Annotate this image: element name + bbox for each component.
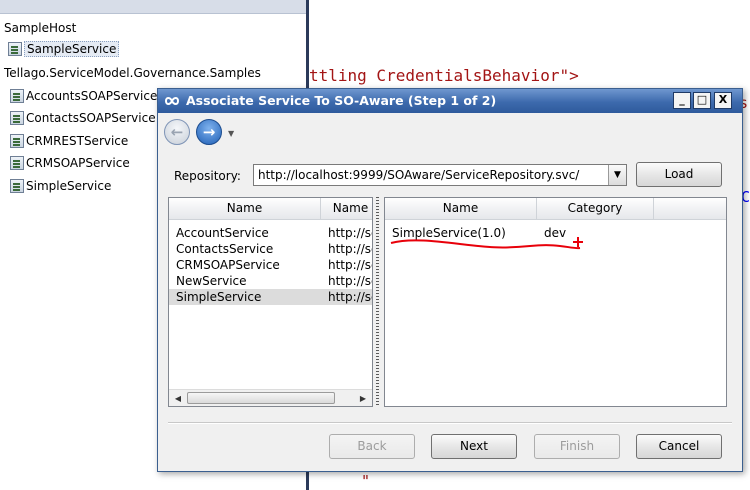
service-name: NewService — [176, 274, 247, 288]
scroll-right-icon[interactable]: ▶ — [355, 391, 371, 406]
version-list: Name Category SimpleService(1.0) dev — [384, 197, 727, 407]
code-quote: " — [361, 472, 371, 490]
column-header-name[interactable]: Name — [169, 198, 321, 220]
tree-node-host-service[interactable]: SampleService — [8, 39, 120, 59]
chevron-down-icon[interactable]: ▼ — [228, 129, 234, 138]
repository-combobox[interactable]: ▼ — [253, 164, 627, 186]
service-file-icon — [10, 89, 24, 103]
service-name: ContactsService — [176, 242, 274, 256]
next-button[interactable]: Next — [431, 434, 517, 459]
back-arrow-button[interactable]: ← — [164, 119, 190, 145]
button-separator — [168, 422, 732, 424]
service-url: http://sc — [328, 258, 373, 272]
repository-label: Repository: — [174, 169, 241, 183]
panel-splitter[interactable] — [373, 197, 382, 407]
service-file-icon — [10, 179, 24, 193]
finish-button[interactable]: Finish — [534, 434, 620, 459]
back-arrow-icon: ← — [170, 123, 184, 141]
forward-arrow-icon: → — [202, 123, 216, 141]
list-item[interactable]: CRMSOAPService http://sc — [169, 257, 373, 273]
list-item-selected[interactable]: SimpleService http://sc — [169, 289, 373, 305]
service-name: CRMSOAPService — [176, 258, 280, 272]
red-annotation-scribble — [390, 237, 583, 250]
horizontal-scrollbar[interactable]: ◀ ▶ — [169, 389, 372, 406]
service-list: Name Name AccountService http://sc Conta… — [168, 197, 373, 407]
minimize-button[interactable]: _ — [673, 92, 691, 109]
code-line: ttling CredentialsBehavior"> — [309, 66, 579, 85]
repository-input[interactable] — [258, 165, 598, 185]
associate-service-dialog: Associate Service To SO-Aware (Step 1 of… — [157, 88, 743, 472]
tree-node-service-label: CRMSOAPService — [26, 156, 130, 170]
tree-node-host-label: SampleHost — [4, 21, 77, 35]
service-name: SimpleService — [176, 290, 262, 304]
service-file-icon — [10, 156, 24, 170]
tree-node-service-label: SimpleService — [26, 179, 112, 193]
splitter-grip — [376, 197, 379, 407]
service-url: http://sc — [328, 242, 373, 256]
list-item[interactable]: AccountService http://sc — [169, 225, 373, 241]
back-button[interactable]: Back — [329, 434, 415, 459]
service-url: http://sc — [328, 290, 373, 304]
tree-node-service-label: CRMRESTService — [26, 134, 129, 148]
scrollbar-thumb[interactable] — [187, 392, 335, 404]
tree-node-service[interactable]: CRMSOAPService — [10, 153, 130, 173]
wizard-nav-bar: ← → ▼ — [158, 113, 742, 149]
tree-node-service-label: ContactsSOAPService — [26, 111, 156, 125]
tree-node-project-label: Tellago.ServiceModel.Governance.Samples — [4, 66, 261, 80]
tree-node-host[interactable]: SampleHost — [4, 18, 76, 38]
infinity-logo-icon — [164, 97, 180, 105]
service-name: AccountService — [176, 226, 269, 240]
service-url: http://sc — [328, 274, 373, 288]
scroll-left-icon[interactable]: ◀ — [170, 391, 186, 406]
service-file-icon — [10, 111, 24, 125]
tree-node-service[interactable]: SimpleService — [10, 176, 111, 196]
minimize-icon: _ — [679, 93, 685, 106]
explorer-header — [0, 0, 306, 14]
list-item[interactable]: ContactsService http://sc — [169, 241, 373, 257]
tree-node-service-label: AccountsSOAPService — [26, 89, 158, 103]
forward-arrow-button[interactable]: → — [196, 119, 222, 145]
service-file-icon — [10, 134, 24, 148]
close-icon: X — [718, 93, 728, 106]
chevron-down-icon: ▼ — [614, 170, 621, 180]
close-button[interactable]: X — [714, 92, 732, 109]
combo-dropdown-button[interactable]: ▼ — [608, 165, 626, 185]
maximize-button[interactable]: □ — [693, 92, 711, 109]
tree-node-service[interactable]: CRMRESTService — [10, 131, 128, 151]
dialog-title-bar[interactable]: Associate Service To SO-Aware (Step 1 of… — [158, 89, 742, 113]
column-header-url[interactable]: Name — [321, 198, 372, 220]
tree-node-service[interactable]: AccountsSOAPService — [10, 86, 157, 106]
maximize-icon: □ — [696, 93, 708, 106]
cancel-button[interactable]: Cancel — [636, 434, 722, 459]
dialog-title: Associate Service To SO-Aware (Step 1 of… — [186, 93, 497, 108]
tree-node-project[interactable]: Tellago.ServiceModel.Governance.Samples — [4, 63, 261, 83]
tree-node-service[interactable]: ContactsSOAPService — [10, 108, 156, 128]
service-url: http://sc — [328, 226, 373, 240]
load-button[interactable]: Load — [636, 162, 722, 187]
tree-node-host-service-label: SampleService — [24, 41, 120, 57]
service-file-icon — [8, 42, 22, 56]
list-item[interactable]: NewService http://sc — [169, 273, 373, 289]
